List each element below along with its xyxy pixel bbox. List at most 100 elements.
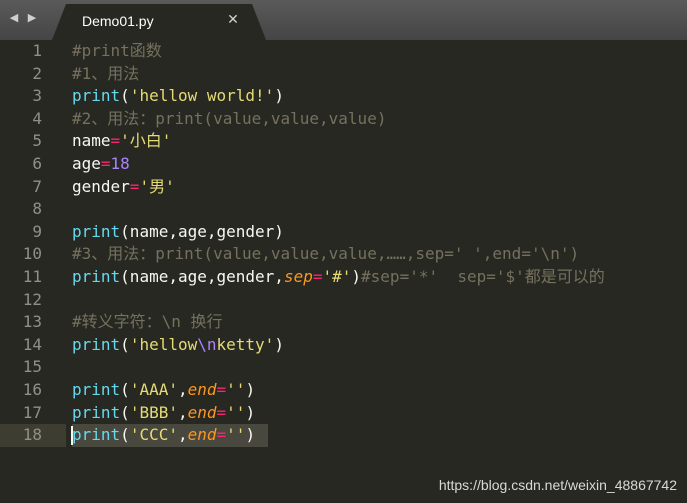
operator-token: = xyxy=(216,425,227,445)
close-icon[interactable]: ✕ xyxy=(224,10,242,30)
comment-token: #转义字符：\n 换行 xyxy=(72,312,223,332)
function-token: print xyxy=(72,334,121,354)
line-number: 18 xyxy=(22,425,42,445)
function-token: print xyxy=(72,379,121,399)
line-number: 3 xyxy=(32,86,42,106)
line-number: 4 xyxy=(32,108,42,128)
line-number: 13 xyxy=(22,312,42,332)
string-token: '' xyxy=(226,425,246,445)
tab-title: Demo01.py xyxy=(82,13,154,29)
operator-token: = xyxy=(216,402,227,422)
punctuation-token: ) xyxy=(245,425,256,445)
line-number: 7 xyxy=(32,176,42,196)
code-text[interactable]: #print函数 #1、用法 print('hellow world!') #2… xyxy=(72,40,687,447)
function-token: print xyxy=(72,266,121,286)
back-arrow-icon[interactable]: ◀ xyxy=(8,10,20,26)
watermark: https://blog.csdn.net/weixin_48867742 xyxy=(438,477,677,493)
string-token: 'hellow xyxy=(129,334,198,354)
function-token: print xyxy=(72,402,121,422)
punctuation-token: ( xyxy=(120,379,130,399)
line-number: 14 xyxy=(22,334,42,354)
punctuation-token: ( xyxy=(120,425,130,445)
line-number: 10 xyxy=(22,244,42,264)
string-token: '#' xyxy=(322,266,352,286)
code-line-11: print(name,age,gender,sep='#')#sep='*' s… xyxy=(72,266,687,289)
punctuation-token: ) xyxy=(274,86,284,106)
string-token: 'hellow world!' xyxy=(129,86,275,106)
line-number: 15 xyxy=(22,357,42,377)
code-line-18: print('CCC',end='') xyxy=(72,424,687,447)
punctuation-token: ( xyxy=(120,86,130,106)
operator-token: = xyxy=(100,153,111,173)
arguments-token: (name,age,gender, xyxy=(120,266,284,286)
code-line-14: print('hellow\nketty') xyxy=(72,334,687,357)
string-token: ketty' xyxy=(216,334,275,354)
code-line-7: gender='男' xyxy=(72,176,687,199)
operator-token: = xyxy=(110,131,121,151)
string-token: '' xyxy=(226,402,246,422)
editor-window: ◀ ▶ Demo01.py ✕ 1 2 3 4 5 6 7 8 9 10 11 … xyxy=(0,0,687,503)
line-number: 9 xyxy=(32,221,42,241)
code-line-9: print(name,age,gender) xyxy=(72,221,687,244)
identifier-token: name xyxy=(72,131,111,151)
keyword-argument-token: end xyxy=(187,379,217,399)
tab-demo01[interactable]: Demo01.py ✕ xyxy=(52,4,266,40)
punctuation-token: ) xyxy=(245,402,256,422)
string-token: 'BBB' xyxy=(129,402,178,422)
punctuation-token: , xyxy=(177,379,188,399)
identifier-token: age xyxy=(72,153,101,173)
operator-token: = xyxy=(216,379,227,399)
line-number: 11 xyxy=(22,266,42,286)
string-token: '男' xyxy=(139,176,175,196)
keyword-argument-token: sep xyxy=(283,266,313,286)
punctuation-token: ) xyxy=(351,266,362,286)
code-line-3: print('hellow world!') xyxy=(72,85,687,108)
code-line-4: #2、用法：print(value,value,value) xyxy=(72,108,687,131)
function-token: print xyxy=(72,221,121,241)
line-number: 5 xyxy=(32,131,42,151)
line-number: 16 xyxy=(22,379,42,399)
punctuation-token: , xyxy=(177,402,188,422)
punctuation-token: ( xyxy=(120,402,130,422)
punctuation-token: , xyxy=(177,425,188,445)
code-editor[interactable]: 1 2 3 4 5 6 7 8 9 10 11 12 13 14 15 16 1… xyxy=(0,40,687,503)
number-token: 18 xyxy=(110,153,130,173)
function-token: print xyxy=(72,86,121,106)
function-token: print xyxy=(72,425,121,445)
tab-bar: ◀ ▶ Demo01.py ✕ xyxy=(0,0,687,40)
code-line-10: #3、用法：print(value,value,value,……,sep=' '… xyxy=(72,243,687,266)
line-number-gutter: 1 2 3 4 5 6 7 8 9 10 11 12 13 14 15 16 1… xyxy=(0,40,58,447)
string-token: 'AAA' xyxy=(129,379,178,399)
line-number: 12 xyxy=(22,289,42,309)
code-line-1: #print函数 xyxy=(72,40,687,63)
code-line-17: print('BBB',end='') xyxy=(72,402,687,425)
keyword-argument-token: end xyxy=(187,402,217,422)
keyword-argument-token: end xyxy=(187,425,217,445)
forward-arrow-icon[interactable]: ▶ xyxy=(26,10,38,26)
line-number: 6 xyxy=(32,153,42,173)
identifier-token: gender xyxy=(72,176,130,196)
punctuation-token: ) xyxy=(245,379,256,399)
comment-token: #sep='*' sep='$'都是可以的 xyxy=(361,266,605,286)
line-number: 8 xyxy=(32,199,42,219)
comment-token: #1、用法 xyxy=(72,63,140,83)
operator-token: = xyxy=(129,176,140,196)
punctuation-token: ) xyxy=(274,334,284,354)
code-line-2: #1、用法 xyxy=(72,63,687,86)
line-number: 17 xyxy=(22,402,42,422)
code-line-5: name='小白' xyxy=(72,130,687,153)
code-line-16: print('AAA',end='') xyxy=(72,379,687,402)
string-token: '小白' xyxy=(120,131,172,151)
comment-token: #2、用法：print(value,value,value) xyxy=(72,108,387,128)
string-token: '' xyxy=(226,379,246,399)
arguments-token: (name,age,gender) xyxy=(120,221,284,241)
comment-token: #3、用法：print(value,value,value,……,sep=' '… xyxy=(72,244,580,264)
code-line-6: age=18 xyxy=(72,153,687,176)
tab-navigation: ◀ ▶ xyxy=(8,10,38,28)
line-number: 2 xyxy=(32,63,42,83)
code-line-13: #转义字符：\n 换行 xyxy=(72,311,687,334)
string-token: 'CCC' xyxy=(129,425,178,445)
